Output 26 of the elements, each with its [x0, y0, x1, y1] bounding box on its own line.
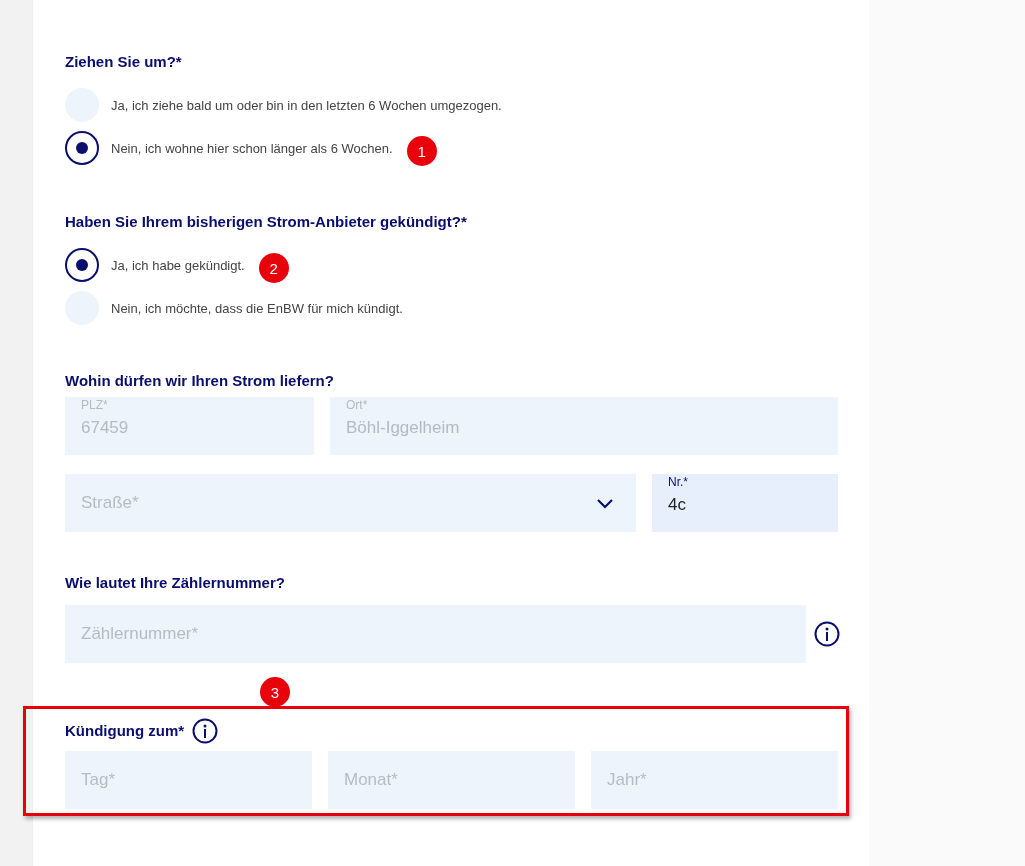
option-label[interactable]: Ja, ich habe gekündigt.	[111, 257, 245, 273]
meter-number-field[interactable]: Zählernummer*	[65, 605, 806, 663]
question-heading: Ziehen Sie um?*	[65, 52, 183, 72]
chevron-down-icon	[596, 497, 614, 509]
house-number-field[interactable]: Nr.* 4c	[652, 474, 838, 532]
annotation-badge: 3	[260, 677, 290, 707]
question-heading: Kündigung zum*	[65, 721, 185, 741]
option-label[interactable]: Nein, ich wohne hier schon länger als 6 Wochen.	[111, 140, 393, 156]
field-label: Nr.*	[668, 475, 688, 489]
info-icon[interactable]	[192, 718, 219, 744]
annotation-badge: 2	[258, 253, 289, 283]
option-label[interactable]: Ja, ich ziehe bald um oder bin in den letzten 6 Wochen umgezogen.	[111, 97, 502, 113]
field-label: PLZ*	[81, 398, 108, 412]
street-dropdown[interactable]: Straße*	[65, 474, 636, 532]
annotation-badge: 1	[406, 136, 437, 166]
radio-button[interactable]	[65, 248, 99, 282]
date-field[interactable]: Monat*	[328, 751, 575, 809]
question-heading: Haben Sie Ihrem bisherigen Strom-Anbieter gekündigt?*	[65, 212, 468, 232]
info-icon[interactable]	[814, 621, 840, 647]
field-label: Ort*	[346, 398, 368, 412]
date-field[interactable]: Tag*	[65, 751, 312, 809]
question-heading: Wie lautet Ihre Zählernummer?	[65, 573, 286, 593]
date-field[interactable]: Jahr*	[591, 751, 838, 809]
question-heading: Wohin dürfen wir Ihren Strom liefern?	[65, 371, 335, 391]
option-label[interactable]: Nein, ich möchte, dass die EnBW für mich kündigt.	[111, 300, 403, 316]
radio-button[interactable]	[65, 131, 99, 165]
